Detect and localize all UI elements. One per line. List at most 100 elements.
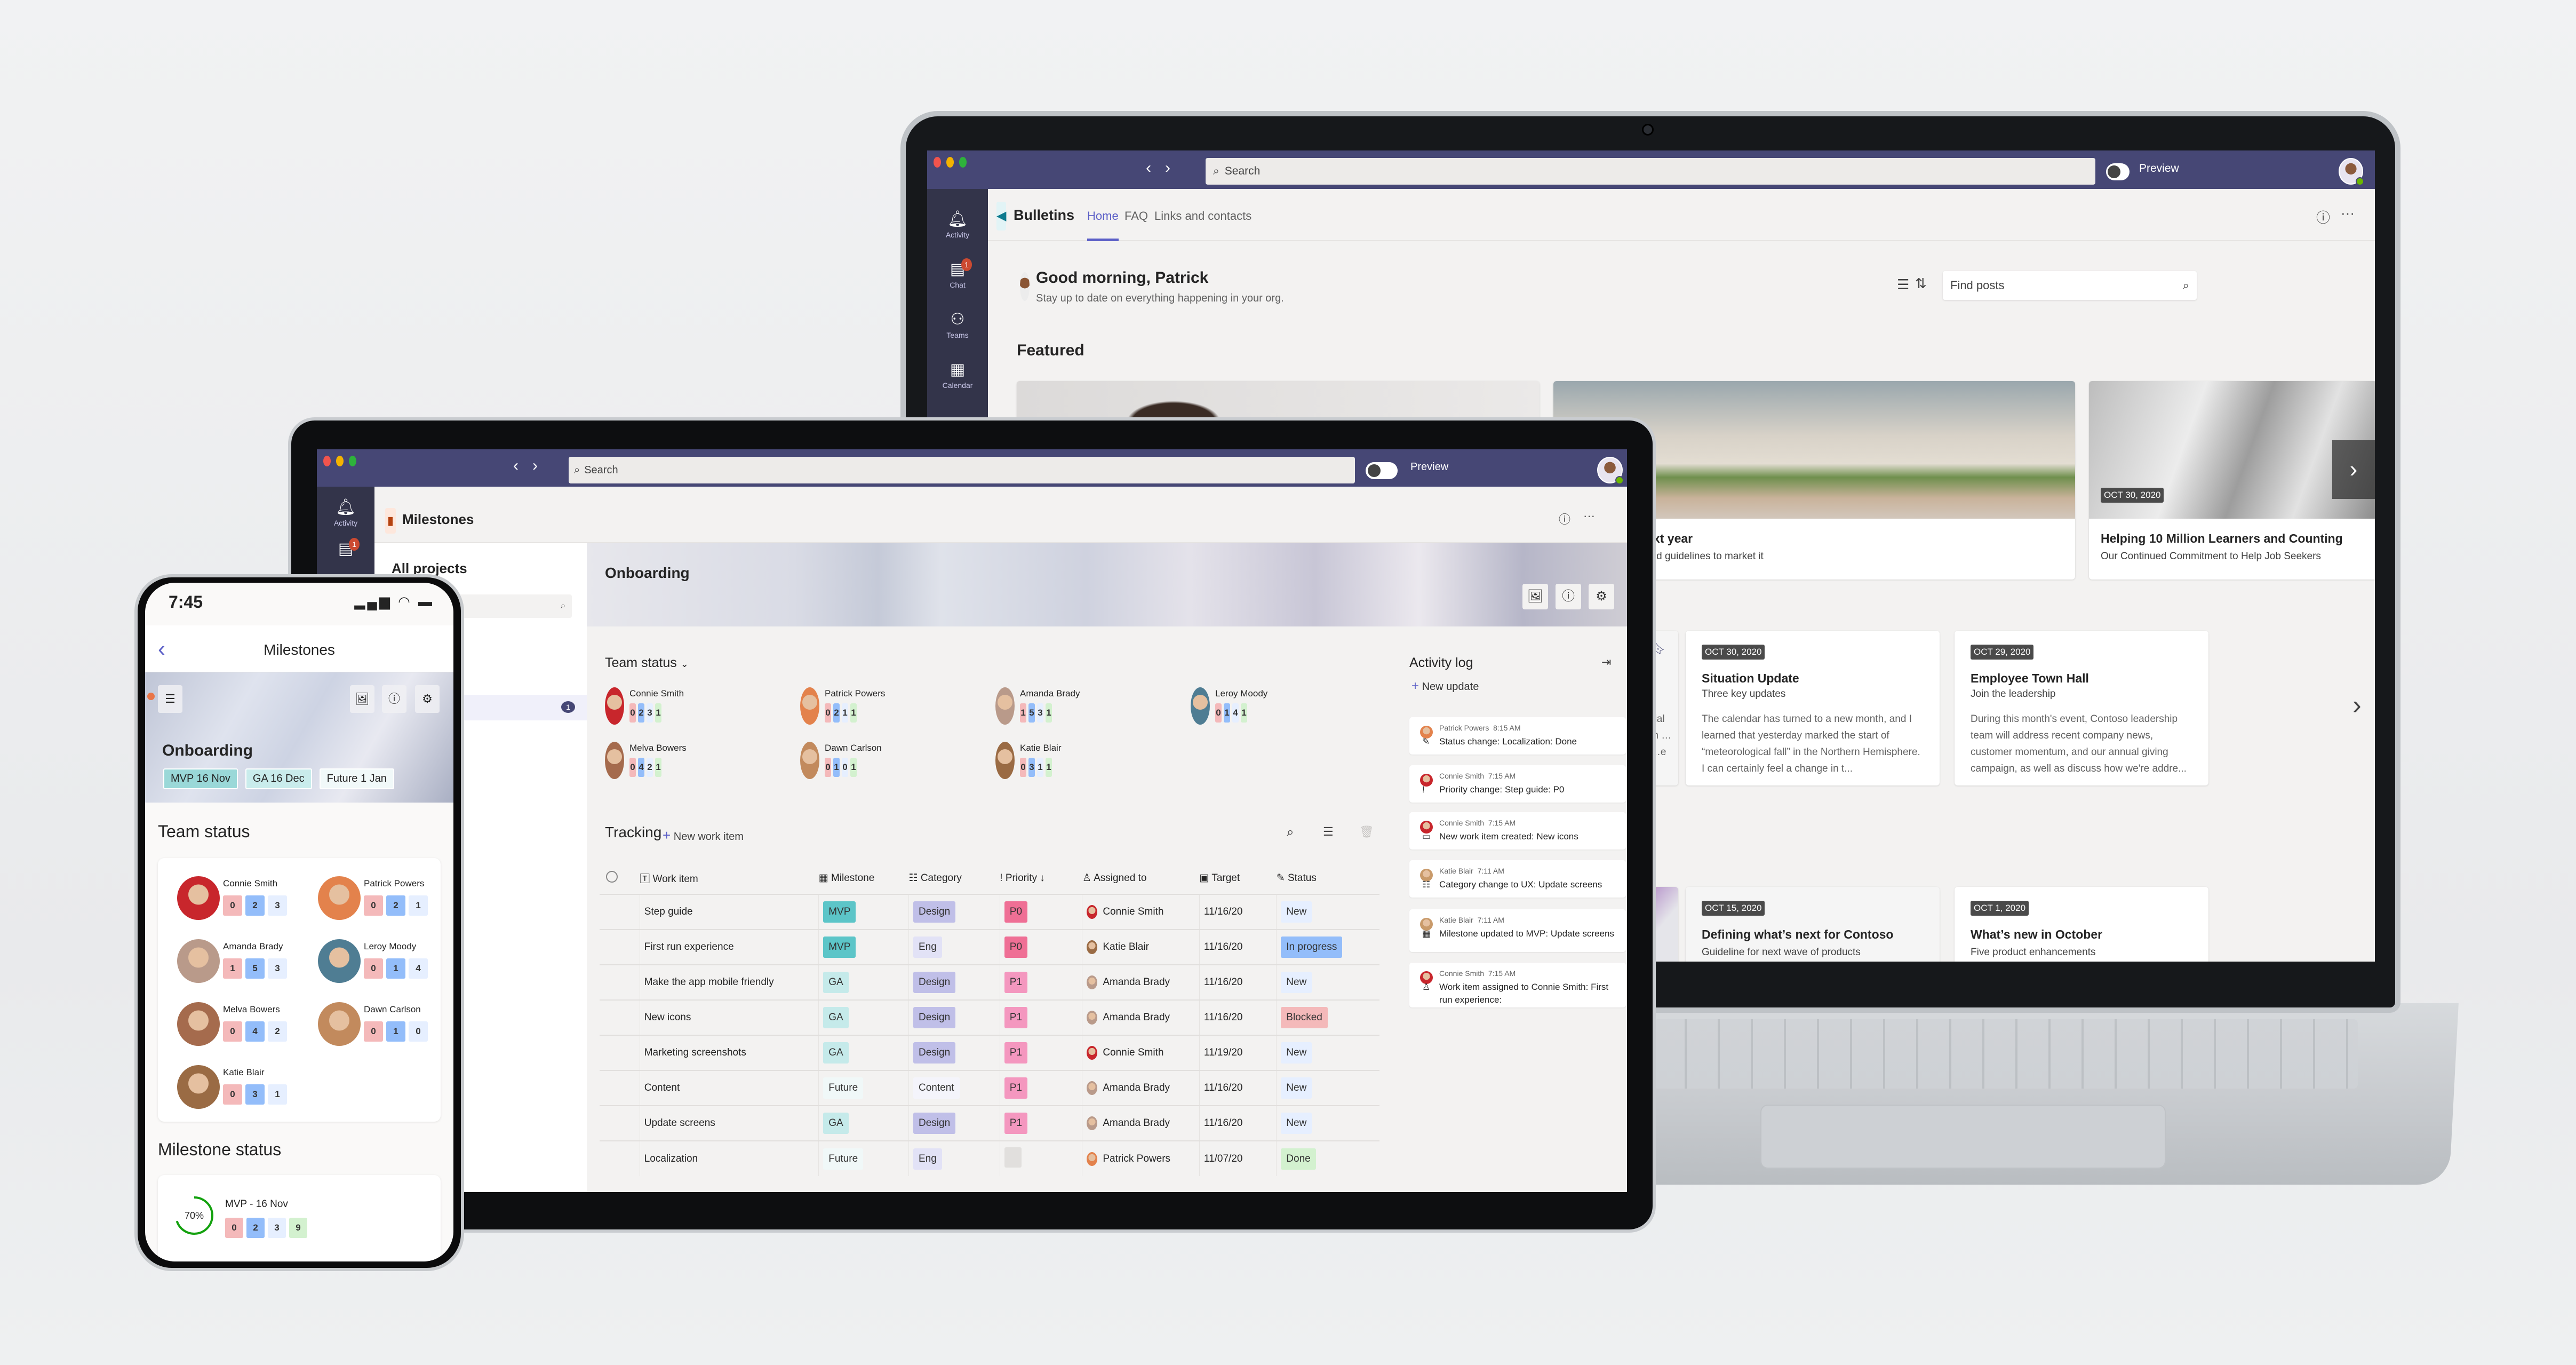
milestone-cell[interactable]: GA bbox=[818, 1035, 909, 1070]
preview-toggle[interactable] bbox=[2106, 163, 2130, 180]
status-cell[interactable]: Blocked bbox=[1276, 999, 1379, 1035]
priority-cell[interactable] bbox=[999, 1140, 1082, 1176]
user-avatar[interactable] bbox=[1597, 457, 1624, 485]
target-cell[interactable]: 11/19/20 bbox=[1199, 1035, 1277, 1070]
category-cell[interactable]: Design bbox=[908, 1105, 1000, 1141]
select-all-checkbox[interactable] bbox=[600, 862, 640, 894]
row-select[interactable] bbox=[600, 964, 640, 1000]
priority-cell[interactable]: P0 bbox=[999, 929, 1082, 965]
search-input[interactable]: ⌕ Search bbox=[569, 457, 1355, 483]
activity-item[interactable]: Katie Blair 7:11 AM ☷ Category change to… bbox=[1409, 860, 1626, 898]
assigned-cell[interactable]: Amanda Brady bbox=[1082, 999, 1200, 1035]
priority-cell[interactable]: P1 bbox=[999, 1105, 1082, 1141]
search-icon[interactable]: ⌕ bbox=[1287, 825, 1294, 840]
assigned-cell[interactable]: Amanda Brady bbox=[1082, 964, 1200, 1000]
category-cell[interactable]: Eng bbox=[908, 929, 1000, 965]
status-cell[interactable]: In progress bbox=[1276, 929, 1379, 965]
tab-links-and-contacts[interactable]: Links and contacts bbox=[1154, 209, 1251, 223]
table-row[interactable]: New icons GA Design P1 Amanda Brady 11/1… bbox=[600, 999, 1379, 1035]
more-options-icon[interactable]: ··· bbox=[2341, 205, 2355, 221]
column-work-item[interactable]: 🅃 Work item bbox=[640, 862, 819, 894]
column-category[interactable]: ☷ Category bbox=[909, 862, 1000, 894]
forward-arrow-icon[interactable]: › bbox=[532, 457, 538, 475]
row-select[interactable] bbox=[600, 1035, 640, 1070]
work-item-cell[interactable]: New icons bbox=[639, 999, 819, 1035]
priority-cell[interactable]: P1 bbox=[999, 1035, 1082, 1070]
status-cell[interactable]: New bbox=[1276, 1035, 1379, 1070]
sort-icon[interactable]: ⇅ bbox=[1915, 275, 1927, 292]
activity-item[interactable]: Connie Smith 7:15 AM ! Priority change: … bbox=[1409, 765, 1626, 803]
new-update-button[interactable]: + New update bbox=[1411, 679, 1479, 694]
assigned-cell[interactable]: Connie Smith bbox=[1082, 1035, 1200, 1070]
target-cell[interactable]: 11/16/20 bbox=[1199, 894, 1277, 930]
table-row[interactable]: First run experience MVP Eng P0 Katie Bl… bbox=[600, 929, 1379, 965]
more-options-icon[interactable]: ··· bbox=[1583, 509, 1595, 523]
assigned-cell[interactable]: Amanda Brady bbox=[1082, 1070, 1200, 1106]
table-row[interactable]: Localization Future Eng Patrick Powers 1… bbox=[600, 1140, 1379, 1176]
close-window-button[interactable] bbox=[323, 456, 331, 466]
target-cell[interactable]: 11/16/20 bbox=[1199, 1070, 1277, 1106]
back-arrow-icon[interactable]: ‹ bbox=[513, 457, 519, 475]
rail-item-activity[interactable]: 🔔︎ Activity bbox=[317, 498, 374, 527]
target-cell[interactable]: 11/16/20 bbox=[1199, 964, 1277, 1000]
post-card[interactable]: OCT 1, 2020 What’s new in October Five p… bbox=[1955, 887, 2208, 962]
priority-cell[interactable]: P1 bbox=[999, 999, 1082, 1035]
preview-toggle[interactable] bbox=[1366, 462, 1398, 479]
info-icon[interactable]: ⓘ bbox=[1556, 584, 1581, 609]
work-item-cell[interactable]: Update screens bbox=[639, 1105, 819, 1141]
table-row[interactable]: Marketing screenshots GA Design P1 Conni… bbox=[600, 1035, 1379, 1070]
category-cell[interactable]: Content bbox=[908, 1070, 1000, 1106]
column-target[interactable]: ▣ Target bbox=[1199, 862, 1276, 894]
table-row[interactable]: Step guide MVP Design P0 Connie Smith 11… bbox=[600, 894, 1379, 930]
assigned-cell[interactable]: Katie Blair bbox=[1082, 929, 1200, 965]
column-assigned-to[interactable]: ♙ Assigned to bbox=[1082, 862, 1200, 894]
settings-gear-icon[interactable]: ⚙ bbox=[1589, 584, 1614, 609]
target-cell[interactable]: 11/16/20 bbox=[1199, 929, 1277, 965]
milestone-cell[interactable]: MVP bbox=[818, 894, 909, 930]
table-row[interactable]: Make the app mobile friendly GA Design P… bbox=[600, 964, 1379, 1000]
activity-item[interactable]: Connie Smith 7:15 AM ♙ Work item assigne… bbox=[1409, 963, 1626, 1007]
table-row[interactable]: Update screens GA Design P1 Amanda Brady… bbox=[600, 1105, 1379, 1141]
priority-cell[interactable]: P1 bbox=[999, 964, 1082, 1000]
milestone-chip[interactable]: Future 1 Jan bbox=[319, 768, 394, 789]
maximize-window-button[interactable] bbox=[349, 456, 356, 466]
post-card[interactable]: OCT 15, 2020 Defining what’s next for Co… bbox=[1686, 887, 1940, 962]
tab-faq[interactable]: FAQ bbox=[1124, 209, 1148, 223]
assigned-cell[interactable]: Patrick Powers bbox=[1082, 1140, 1200, 1176]
row-select[interactable] bbox=[600, 1140, 640, 1176]
user-avatar[interactable] bbox=[2339, 158, 2364, 186]
row-select[interactable] bbox=[600, 1070, 640, 1106]
milestone-cell[interactable]: GA bbox=[818, 1105, 909, 1141]
back-arrow-icon[interactable]: ‹ bbox=[1146, 159, 1151, 177]
hamburger-menu-icon[interactable]: ☰ bbox=[158, 685, 182, 713]
milestone-cell[interactable]: GA bbox=[818, 999, 909, 1035]
column-priority[interactable]: ! Priority ↓ bbox=[1000, 862, 1082, 894]
work-item-cell[interactable]: First run experience bbox=[639, 929, 819, 965]
priority-cell[interactable]: P1 bbox=[999, 1070, 1082, 1106]
work-item-cell[interactable]: Make the app mobile friendly bbox=[639, 964, 819, 1000]
table-row[interactable]: Content Future Content P1 Amanda Brady 1… bbox=[600, 1070, 1379, 1106]
team-status-heading[interactable]: Team status ⌄ bbox=[605, 655, 689, 671]
rail-item-teams[interactable]: ⚇ Teams bbox=[927, 311, 988, 339]
info-icon[interactable]: ⓘ bbox=[382, 685, 406, 713]
search-input[interactable]: ⌕ Search bbox=[1206, 158, 2095, 185]
status-cell[interactable]: New bbox=[1276, 1070, 1379, 1106]
rail-item-calendar[interactable]: ▦ Calendar bbox=[927, 361, 988, 390]
close-window-button[interactable] bbox=[934, 157, 941, 168]
row-select[interactable] bbox=[600, 894, 640, 930]
milestone-chip[interactable]: GA 16 Dec bbox=[245, 768, 312, 789]
filter-icon[interactable]: ☰ bbox=[1897, 276, 1909, 293]
column-milestone[interactable]: ▦ Milestone bbox=[819, 862, 909, 894]
milestone-cell[interactable]: MVP bbox=[818, 929, 909, 965]
forward-arrow-icon[interactable]: › bbox=[1165, 159, 1170, 177]
row-select[interactable] bbox=[600, 929, 640, 965]
target-cell[interactable]: 11/16/20 bbox=[1199, 1105, 1277, 1141]
priority-cell[interactable]: P0 bbox=[999, 894, 1082, 930]
category-cell[interactable]: Design bbox=[908, 999, 1000, 1035]
activity-item[interactable]: Patrick Powers 8:15 AM ✎ Status change: … bbox=[1409, 717, 1626, 755]
category-cell[interactable]: Eng bbox=[908, 1140, 1000, 1176]
row-select[interactable] bbox=[600, 1105, 640, 1141]
category-cell[interactable]: Design bbox=[908, 964, 1000, 1000]
work-item-cell[interactable]: Localization bbox=[639, 1140, 819, 1176]
work-item-cell[interactable]: Marketing screenshots bbox=[639, 1035, 819, 1070]
